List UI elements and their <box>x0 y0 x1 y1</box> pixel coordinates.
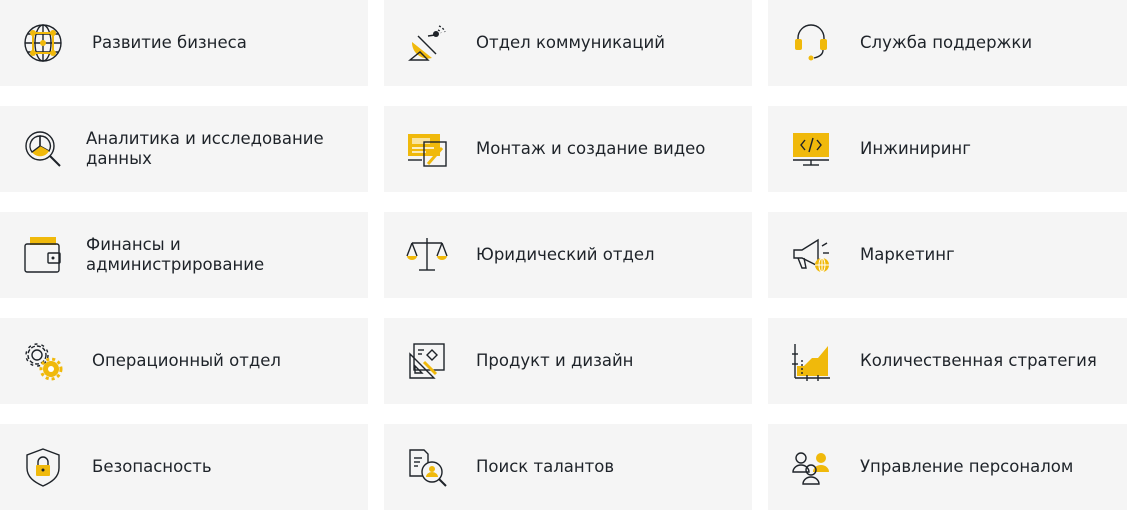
department-label: Юридический отдел <box>476 245 655 264</box>
department-label: Количественная стратегия <box>860 351 1097 370</box>
department-card-business-development[interactable]: Развитие бизнеса <box>0 0 368 86</box>
department-label: Инжиниринг <box>860 139 971 158</box>
department-card-finance[interactable]: Финансы и администрирование <box>0 212 368 298</box>
department-card-security[interactable]: Безопасность <box>0 424 368 510</box>
gears-icon <box>22 340 64 382</box>
department-card-marketing[interactable]: Маркетинг <box>768 212 1127 298</box>
department-card-product-design[interactable]: Продукт и дизайн <box>384 318 752 404</box>
department-label: Служба поддержки <box>860 33 1033 52</box>
department-label: Маркетинг <box>860 245 955 264</box>
department-label: Финансы и администрирование <box>86 235 265 274</box>
department-label: Безопасность <box>92 457 212 476</box>
talent-search-icon <box>406 446 448 488</box>
department-card-engineering[interactable]: Инжиниринг <box>768 106 1127 192</box>
headset-icon <box>790 22 832 64</box>
department-label: Отдел коммуникаций <box>476 33 665 52</box>
department-label: Аналитика и исследование данных <box>86 129 324 168</box>
area-chart-icon <box>790 340 832 382</box>
department-card-talent-search[interactable]: Поиск талантов <box>384 424 752 510</box>
wallet-icon <box>22 234 64 276</box>
department-card-legal[interactable]: Юридический отдел <box>384 212 752 298</box>
people-group-icon <box>790 446 832 488</box>
satellite-dish-icon <box>406 22 448 64</box>
department-card-support[interactable]: Служба поддержки <box>768 0 1127 86</box>
department-label: Монтаж и создание видео <box>476 139 706 158</box>
department-label: Поиск талантов <box>476 457 615 476</box>
video-editing-icon <box>406 128 448 170</box>
megaphone-icon <box>790 234 832 276</box>
department-card-data-analytics[interactable]: Аналитика и исследование данных <box>0 106 368 192</box>
department-label: Развитие бизнеса <box>92 33 247 52</box>
department-card-hr[interactable]: Управление персоналом <box>768 424 1127 510</box>
department-label: Управление персоналом <box>860 457 1074 476</box>
code-monitor-icon <box>790 128 832 170</box>
department-card-video[interactable]: Монтаж и создание видео <box>384 106 752 192</box>
department-card-communications[interactable]: Отдел коммуникаций <box>384 0 752 86</box>
department-label: Операционный отдел <box>92 351 281 370</box>
department-label: Продукт и дизайн <box>476 351 634 370</box>
magnifier-pie-chart-icon <box>22 128 64 170</box>
globe-icon <box>22 22 64 64</box>
scales-icon <box>406 234 448 276</box>
department-card-operations[interactable]: Операционный отдел <box>0 318 368 404</box>
design-tools-icon <box>406 340 448 382</box>
department-card-quant-strategy[interactable]: Количественная стратегия <box>768 318 1127 404</box>
shield-lock-icon <box>22 446 64 488</box>
departments-grid: Развитие бизнеса Отдел коммуникаций Служ… <box>0 0 1127 510</box>
